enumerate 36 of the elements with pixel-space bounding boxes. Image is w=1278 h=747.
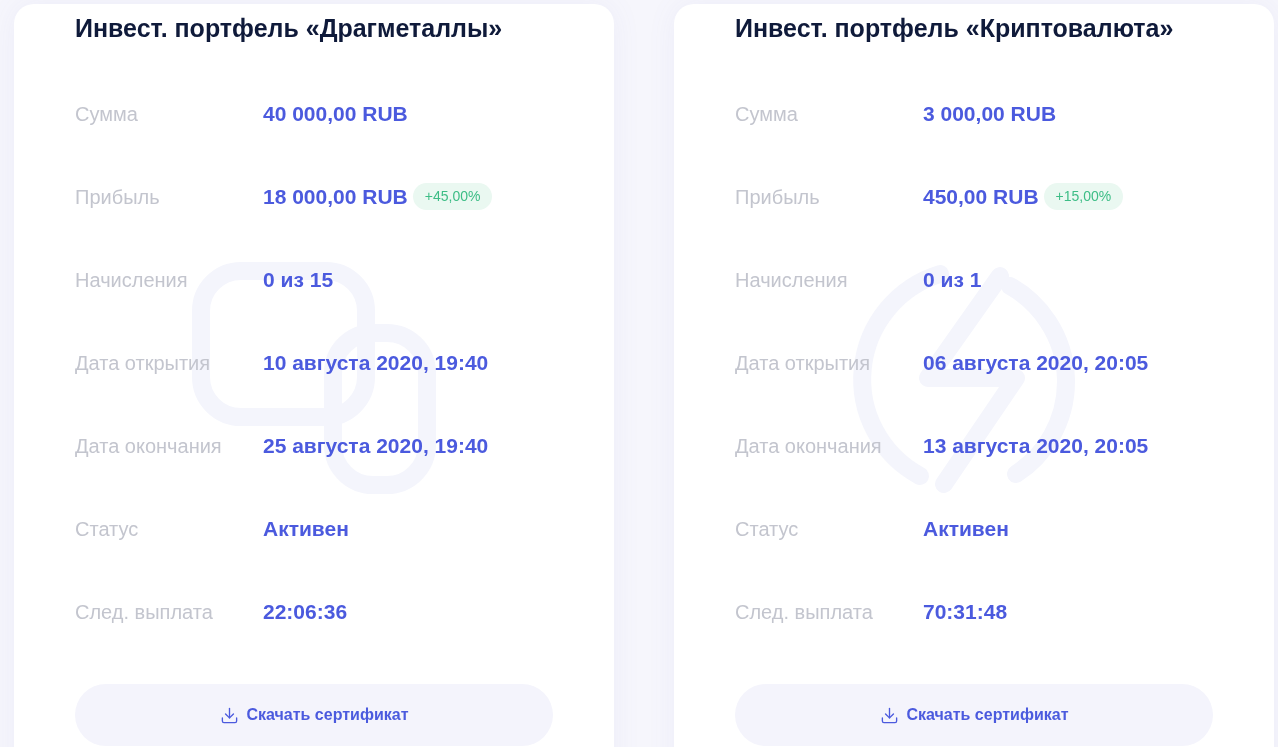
field-value: 22:06:36	[263, 598, 348, 625]
field-label: Начисления	[75, 267, 189, 293]
field-label: Статус	[735, 516, 800, 542]
field-value: 70:31:48	[923, 598, 1008, 625]
field-value: Активен	[263, 515, 349, 542]
download-certificate-button[interactable]: Скачать сертификат	[735, 684, 1213, 746]
field-label: Прибыль	[735, 184, 821, 210]
field-label: След. выплата	[75, 599, 214, 625]
field-label: Сумма	[75, 101, 139, 127]
field-label: Начисления	[735, 267, 849, 293]
portfolio-title: Инвест. портфель «Драгметаллы»	[75, 13, 504, 44]
field-label: Дата окончания	[735, 433, 883, 459]
field-value: 10 августа 2020, 19:40	[263, 349, 489, 376]
field-label: Сумма	[735, 101, 799, 127]
download-certificate-button[interactable]: Скачать сертификат	[75, 684, 553, 746]
field-label: След. выплата	[735, 599, 874, 625]
field-value: 06 августа 2020, 20:05	[923, 349, 1149, 376]
field-label: Прибыль	[75, 184, 161, 210]
portfolio-title: Инвест. портфель «Криптовалюта»	[735, 13, 1175, 44]
field-value: 0 из 1	[923, 266, 982, 293]
field-value: Активен	[923, 515, 1009, 542]
profit-percent-badge: +15,00%	[1043, 183, 1124, 210]
field-label: Дата открытия	[75, 350, 212, 376]
field-value: 3 000,00 RUB	[923, 100, 1057, 127]
field-value: 25 августа 2020, 19:40	[263, 432, 489, 459]
field-value: 18 000,00 RUB	[263, 183, 408, 210]
field-value: 13 августа 2020, 20:05	[923, 432, 1149, 459]
field-label: Дата открытия	[735, 350, 872, 376]
download-icon	[879, 705, 899, 725]
profit-percent-badge: +45,00%	[412, 183, 493, 210]
download-icon	[219, 705, 239, 725]
field-value: 0 из 15	[263, 266, 334, 293]
field-label: Дата окончания	[75, 433, 223, 459]
field-value: 450,00 RUB	[923, 183, 1039, 210]
field-label: Статус	[75, 516, 140, 542]
field-value: 40 000,00 RUB	[263, 100, 408, 127]
